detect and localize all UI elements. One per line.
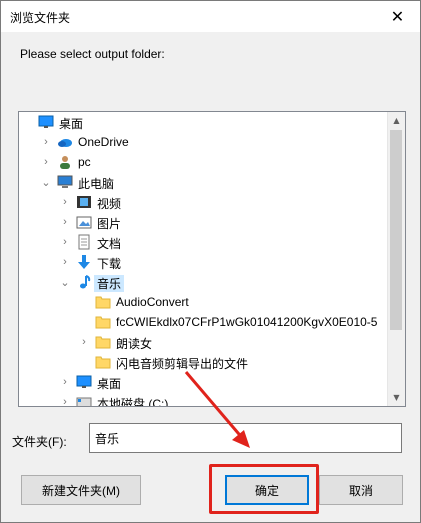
annotation-arrow-head: [232, 430, 250, 448]
annotation-overlay: [184, 371, 250, 448]
ok-highlight-box: [209, 464, 319, 514]
annotation-arrow-line: [184, 371, 246, 441]
